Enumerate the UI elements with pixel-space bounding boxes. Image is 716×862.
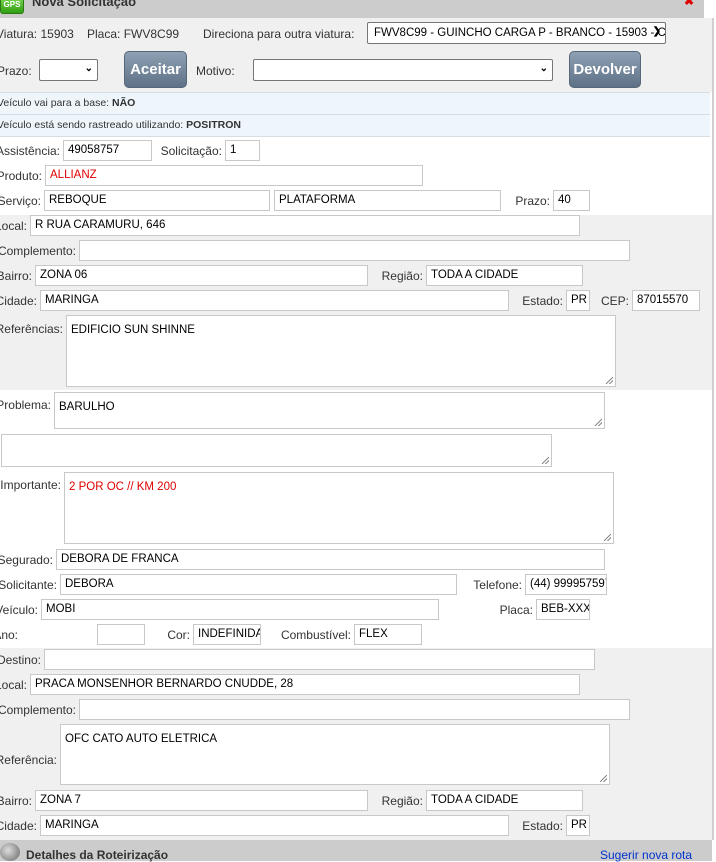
dest-local-input[interactable]: PRACA MONSENHOR BERNARDO CNUDDE, 28 [30, 674, 580, 695]
chevron-down-icon: ❯ [652, 26, 661, 37]
placa-input[interactable]: BEB-XXXX [536, 599, 590, 620]
placa-label: Placa: FWV8C99 [87, 27, 180, 41]
produto-label: Produto: [0, 169, 42, 183]
solicitacao-label: Solicitação: [160, 144, 222, 158]
solicitante-input[interactable]: DEBORA [60, 574, 457, 595]
problema2-textarea[interactable] [1, 434, 552, 467]
dest-complemento-input[interactable] [79, 699, 630, 720]
dest-local-label: Local: [0, 678, 27, 692]
globe-icon [0, 843, 20, 861]
bairro-input[interactable]: ZONA 06 [35, 265, 368, 286]
cep-label: CEP: [600, 294, 629, 308]
estado-input[interactable]: PR [566, 290, 590, 311]
complemento-input[interactable] [79, 240, 630, 261]
motivo-select[interactable]: ⌄ [253, 59, 553, 81]
local-input[interactable]: R RUA CARAMURU, 646 [30, 215, 580, 236]
dest-referencia-textarea[interactable]: OFC CATO AUTO ELETRICA [60, 724, 610, 785]
complemento-label: Complemento: [0, 244, 76, 258]
dest-estado-input[interactable]: PR [566, 815, 590, 836]
cidade-label: Cidade: [0, 294, 37, 308]
prazo-label: Prazo: [515, 194, 550, 208]
close-icon[interactable]: ✖ [684, 0, 694, 8]
motivo-label: Motivo: [196, 64, 235, 78]
panel-border [712, 18, 714, 840]
viatura-label: Viatura: 15903 [0, 27, 74, 41]
segurado-label: Segurado: [0, 553, 53, 567]
cor-input[interactable]: INDEFINIDA [193, 624, 261, 645]
importante-label: Importante: [0, 478, 61, 492]
veiculo-label: Veículo: [0, 603, 38, 617]
combustivel-input[interactable]: FLEX [354, 624, 422, 645]
suggest-route-link[interactable]: Sugerir nova rota [600, 848, 692, 862]
dest-bairro-input[interactable]: ZONA 7 [35, 790, 368, 811]
solicitante-label: Solicitante: [0, 578, 57, 592]
base-info: Veículo vai para a base: NÃO [0, 92, 710, 114]
importante-textarea[interactable]: 2 POR OC // KM 200 [64, 472, 614, 544]
dest-cidade-label: Cidade: [0, 819, 37, 833]
referencias-label: Referências: [0, 322, 63, 336]
telefone-input[interactable]: (44) 999957597 [525, 574, 607, 595]
servico2-input[interactable]: PLATAFORMA [274, 190, 501, 211]
gps-icon: GPS [0, 0, 24, 14]
estado-label: Estado: [522, 294, 563, 308]
rastreio-info: Veículo está sendo rastreado utilizando:… [0, 114, 710, 137]
destino-input[interactable] [44, 649, 595, 670]
prazo-label: Prazo: [0, 64, 32, 78]
veiculo-input[interactable]: MOBI [41, 599, 439, 620]
problema-textarea[interactable]: BARULHO [54, 392, 605, 429]
dest-complemento-label: Complemento: [0, 703, 76, 717]
cidade-input[interactable]: MARINGA [40, 290, 509, 311]
bairro-label: Bairro: [0, 269, 32, 283]
assistencia-input[interactable]: 49058757 [63, 140, 152, 161]
ano-label: Ano: [0, 628, 18, 642]
produto-input[interactable]: ALLIANZ [45, 165, 423, 186]
local-label: Local: [0, 219, 27, 233]
cep-input[interactable]: 87015570 [632, 290, 700, 311]
servico-input[interactable]: REBOQUE [44, 190, 270, 211]
problema-label: Problema: [0, 398, 51, 412]
telefone-label: Telefone: [473, 578, 522, 592]
chevron-down-icon: ⌄ [539, 63, 548, 74]
direciona-label: Direciona para outra viatura: [203, 27, 355, 41]
combustivel-label: Combustível: [280, 628, 351, 642]
dest-cidade-input[interactable]: MARINGA [40, 815, 509, 836]
regiao-input[interactable]: TODA A CIDADE [426, 265, 583, 286]
routing-title: Detalhes da Roteirização [26, 848, 169, 862]
referencias-textarea[interactable]: EDIFICIO SUN SHINNE [66, 315, 616, 387]
dest-referencia-label: Referência: [0, 753, 57, 767]
prazo-input[interactable]: 40 [553, 190, 590, 211]
assistencia-label: Assistência: [0, 144, 60, 158]
segurado-input[interactable]: DEBORA DE FRANCA [56, 549, 605, 570]
destino-label: Destino: [0, 653, 41, 667]
dest-bairro-label: Bairro: [0, 794, 32, 808]
solicitacao-input[interactable]: 1 [225, 140, 260, 161]
aceitar-button[interactable]: Aceitar [124, 51, 187, 88]
window-title: Nova Solicitação [32, 0, 137, 9]
direciona-select[interactable]: FWV8C99 - GUINCHO CARGA P - BRANCO - 159… [367, 22, 666, 44]
ano-input[interactable] [97, 624, 145, 645]
chevron-down-icon: ⌄ [84, 63, 93, 74]
servico-label: Serviço: [0, 194, 41, 208]
dest-estado-label: Estado: [522, 819, 563, 833]
dest-regiao-input[interactable]: TODA A CIDADE [426, 790, 583, 811]
devolver-button[interactable]: Devolver [569, 51, 641, 88]
placa-label: Placa: [499, 603, 533, 617]
regiao-label: Região: [381, 269, 423, 283]
prazo-select[interactable]: ⌄ [39, 59, 98, 81]
cor-label: Cor: [167, 628, 190, 642]
dest-regiao-label: Região: [381, 794, 423, 808]
